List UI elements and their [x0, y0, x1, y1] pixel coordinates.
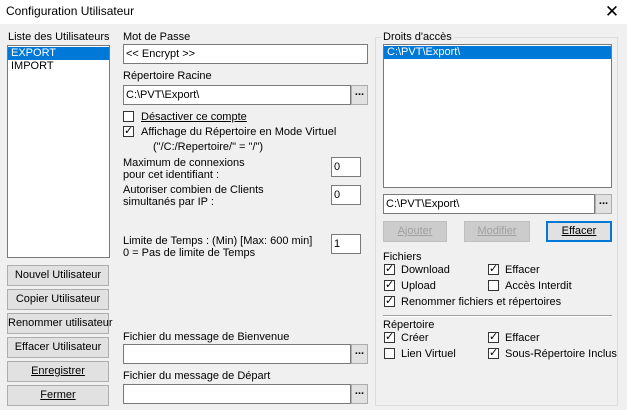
- departure-file-browse-button[interactable]: ...: [351, 384, 368, 404]
- new-user-button[interactable]: Nouvel Utilisateur: [7, 265, 109, 286]
- time-limit-label-2: 0 = Pas de limite de Temps: [123, 247, 256, 259]
- files-upload-checkbox[interactable]: [384, 278, 395, 292]
- dirs-virtual-link-label: Lien Virtuel: [401, 348, 456, 360]
- password-field[interactable]: << Encrypt >>: [123, 44, 368, 64]
- virtual-mode-checkbox[interactable]: [123, 124, 134, 138]
- users-list-label: Liste des Utilisateurs: [8, 31, 110, 43]
- close-icon[interactable]: ✕: [600, 1, 624, 23]
- save-button[interactable]: Enregistrer: [7, 361, 109, 382]
- root-dir-browse-button[interactable]: ...: [351, 85, 368, 105]
- welcome-file-browse-button[interactable]: ...: [351, 344, 368, 364]
- departure-file-label: Fichier du message de Départ: [123, 370, 271, 382]
- copy-user-button[interactable]: Copier Utilisateur: [7, 289, 109, 310]
- password-label: Mot de Passe: [123, 31, 191, 43]
- welcome-file-field[interactable]: [123, 344, 351, 364]
- max-clients-field[interactable]: 0: [331, 185, 361, 205]
- access-path-field[interactable]: C:\PVT\Export\: [383, 194, 595, 214]
- dirs-subdirs-checkbox[interactable]: [488, 346, 499, 360]
- virtual-mode-hint: ("/C:/Repertoire/" = "/"): [153, 141, 264, 153]
- dirs-delete-label: Effacer: [505, 332, 540, 344]
- files-download-label: Download: [401, 264, 450, 276]
- rename-user-button[interactable]: Renommer utilisateur: [7, 313, 113, 334]
- max-connections-label-2: pour cet identifiant :: [123, 169, 220, 181]
- disable-account-label: Désactiver ce compte: [141, 111, 247, 123]
- separator: [383, 315, 612, 317]
- dirs-delete-checkbox[interactable]: [488, 330, 499, 344]
- welcome-file-label: Fichier du message de Bienvenue: [123, 331, 290, 343]
- user-item-import[interactable]: IMPORT: [8, 60, 109, 73]
- dirs-create-checkbox[interactable]: [384, 330, 395, 344]
- files-delete-checkbox[interactable]: [488, 262, 499, 276]
- max-clients-label-2: simultanés par IP :: [123, 196, 214, 208]
- root-dir-field[interactable]: C:\PVT\Export\: [123, 85, 351, 105]
- dirs-create-label: Créer: [401, 332, 429, 344]
- access-path-browse-button[interactable]: ...: [595, 194, 612, 214]
- files-upload-label: Upload: [401, 280, 436, 292]
- dirs-subdirs-label: Sous-Répertoire Inclus: [505, 348, 617, 360]
- access-listbox[interactable]: C:\PVT\Export\: [383, 44, 612, 188]
- disable-account-checkbox[interactable]: [123, 111, 134, 122]
- modify-access-button[interactable]: Modifier: [464, 221, 530, 242]
- virtual-mode-label: Affichage du Répertoire en Mode Virtuel: [141, 126, 337, 138]
- departure-file-field[interactable]: [123, 384, 351, 404]
- files-access-denied-label: Accès Interdit: [505, 280, 572, 292]
- user-item-export[interactable]: EXPORT: [8, 47, 109, 60]
- files-access-denied-checkbox[interactable]: [488, 280, 499, 291]
- window-title: Configuration Utilisateur: [6, 4, 135, 18]
- max-clients-label-1: Autoriser combien de Clients: [123, 184, 264, 196]
- files-rename-label: Renommer fichiers et répertoires: [401, 296, 562, 308]
- time-limit-field[interactable]: 1: [331, 234, 361, 254]
- users-listbox[interactable]: EXPORT IMPORT: [7, 45, 110, 258]
- files-download-checkbox[interactable]: [384, 262, 395, 276]
- max-connections-field[interactable]: 0: [331, 157, 361, 177]
- delete-user-button[interactable]: Effacer Utilisateur: [7, 337, 109, 358]
- access-rights-label: Droits d'accès: [381, 31, 454, 43]
- delete-access-button[interactable]: Effacer: [546, 221, 612, 242]
- access-item[interactable]: C:\PVT\Export\: [384, 46, 611, 59]
- files-delete-label: Effacer: [505, 264, 540, 276]
- add-access-button[interactable]: Ajouter: [383, 221, 447, 242]
- close-button[interactable]: Fermer: [7, 385, 109, 406]
- time-limit-label-1: Limite de Temps : (Min) [Max: 600 min]: [123, 235, 313, 247]
- root-dir-label: Répertoire Racine: [123, 70, 212, 82]
- max-connections-label-1: Maximum de connexions: [123, 157, 245, 169]
- dirs-virtual-link-checkbox[interactable]: [384, 348, 395, 359]
- files-rename-checkbox[interactable]: [384, 294, 395, 308]
